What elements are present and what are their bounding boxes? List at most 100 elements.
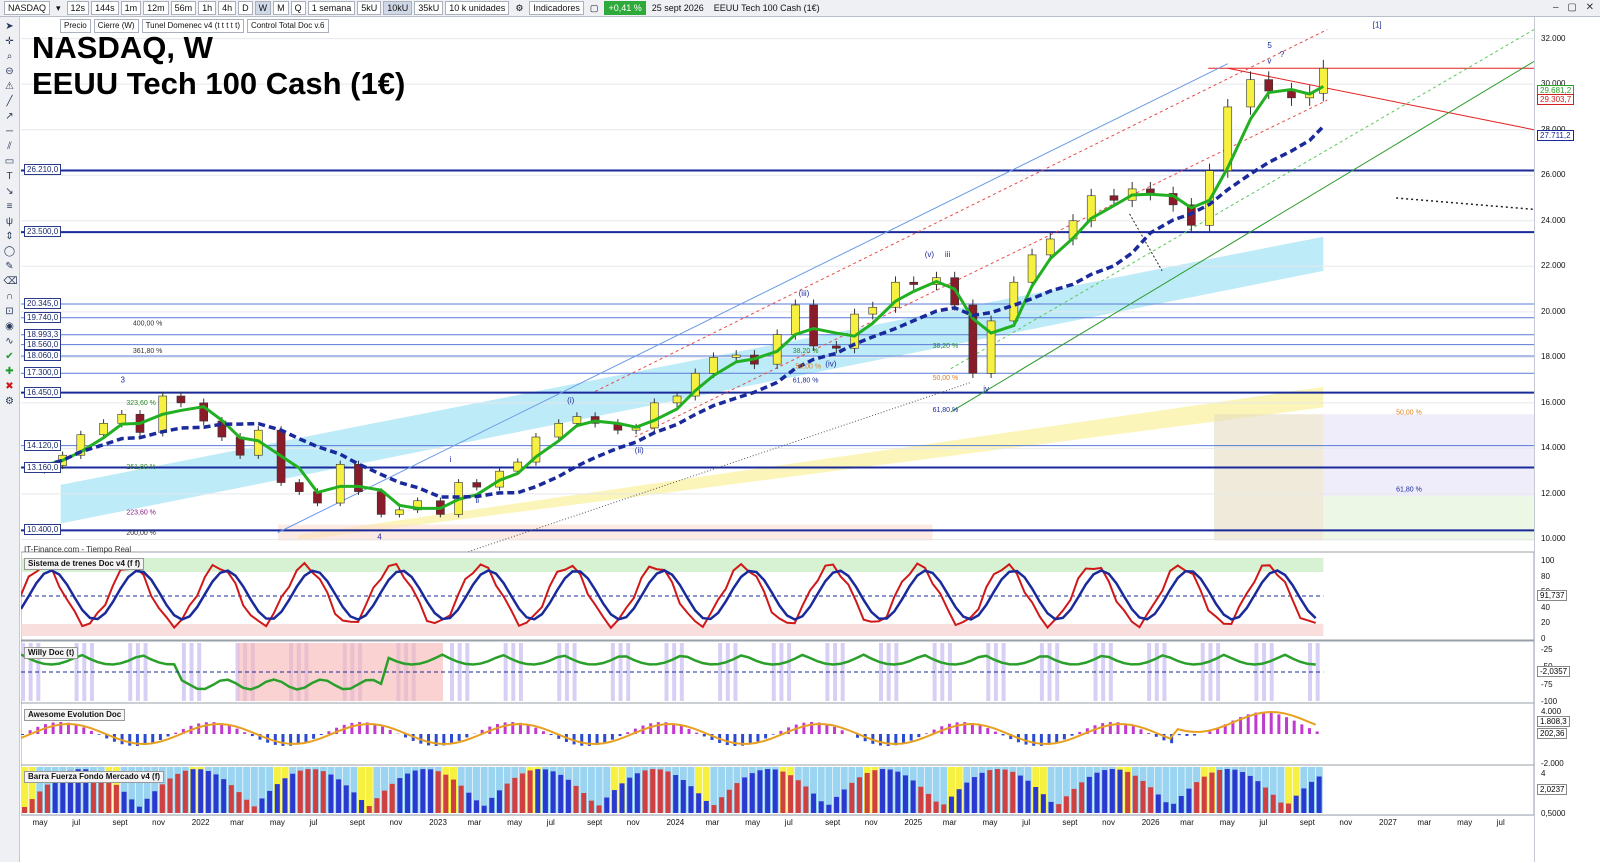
time-tick: may	[745, 818, 760, 827]
settings-icon[interactable]: ⚙	[4, 396, 16, 408]
chevron-down-icon[interactable]: ▾	[52, 1, 65, 15]
indicators-button[interactable]: Indicadores	[529, 1, 584, 15]
interval-button-D[interactable]: D	[238, 1, 253, 15]
price-tick: 18.000	[1541, 352, 1565, 361]
horizontal-line-icon[interactable]: ─	[4, 126, 16, 138]
price-axis[interactable]: 32.00030.00028.00026.00024.00022.00020.0…	[1534, 17, 1600, 862]
zoom-out-icon[interactable]: ⊖	[4, 66, 16, 78]
price-tick: 32.000	[1541, 34, 1565, 43]
level-label: 23.500,0	[24, 226, 61, 237]
awesome-bar	[128, 734, 131, 746]
candle-body	[295, 483, 303, 492]
fuerza-bar	[229, 785, 234, 813]
delete-icon[interactable]: ✖	[4, 381, 16, 393]
interval-button-M[interactable]: M	[273, 1, 289, 15]
eye-icon[interactable]: ◉	[4, 321, 16, 333]
fuerza-bar	[1049, 802, 1054, 813]
green-channel-line	[951, 61, 1534, 412]
maximize-icon[interactable]: ▢	[1567, 2, 1576, 13]
pointer-icon[interactable]: ➤	[4, 21, 16, 33]
fuerza-bar	[1171, 804, 1176, 813]
fuerza-bar	[451, 780, 456, 813]
unit-button-35kU[interactable]: 35kU	[414, 1, 443, 15]
fuerza-bar	[926, 794, 931, 813]
legend-tag[interactable]: Precio	[60, 19, 91, 33]
interval-button-Q[interactable]: Q	[291, 1, 306, 15]
interval-button-W[interactable]: W	[255, 1, 272, 15]
eraser-icon[interactable]: ⌫	[4, 276, 16, 288]
time-tick: mar	[705, 818, 719, 827]
panel-header-willy[interactable]: Willy Doc (t)	[24, 647, 78, 659]
check-icon[interactable]: ✔	[4, 351, 16, 363]
awesome-bar	[281, 734, 284, 746]
interval-button-144s[interactable]: 144s	[91, 1, 119, 15]
fuerza-bar	[681, 780, 686, 813]
time-tick: 2027	[1379, 818, 1397, 827]
text-icon[interactable]: T	[4, 171, 16, 183]
time-axis[interactable]: mayjulseptnov2022marmayjulseptnov2023mar…	[21, 815, 1534, 863]
square-icon[interactable]: ▢	[586, 1, 603, 15]
panel-header-awesome[interactable]: Awesome Evolution Doc	[24, 709, 125, 721]
wave-label: [1]	[1373, 20, 1382, 29]
fuerza-bar	[474, 800, 479, 813]
alert-icon[interactable]: ⚠	[4, 81, 16, 93]
symbol-selector[interactable]: NASDAQ	[4, 1, 50, 15]
fuerza-bar	[1217, 770, 1222, 813]
awesome-bar	[703, 734, 706, 736]
fuerza-bar	[1018, 776, 1023, 813]
legend-tag[interactable]: Tunel Domenec v4 (t t t t t)	[142, 19, 244, 33]
crosshair-icon[interactable]: ✛	[4, 36, 16, 48]
legend-tag[interactable]: Cierre (W)	[94, 19, 139, 33]
awesome-bar	[756, 734, 759, 742]
indicators-icon[interactable]: ⚙	[511, 1, 527, 15]
period-selector[interactable]: 1 semana	[308, 1, 356, 15]
ray-icon[interactable]: ↗	[4, 111, 16, 123]
thumbs-up-icon[interactable]: ✚	[4, 366, 16, 378]
interval-button-56m[interactable]: 56m	[171, 1, 197, 15]
time-tick: sept	[350, 818, 365, 827]
unit-button-5kU[interactable]: 5kU	[357, 1, 381, 15]
legend-tag[interactable]: Control Total Doc v.6	[247, 19, 329, 33]
fuerza-bar	[290, 774, 295, 813]
panel-header-fuerza[interactable]: Barra Fuerza Fondo Mercado v4 (f)	[24, 771, 164, 783]
candle-body	[810, 305, 818, 346]
units-dropdown[interactable]: 10 k unidades	[445, 1, 509, 15]
fuerza-bar	[941, 804, 946, 813]
zoom-icon[interactable]: ⌕	[4, 51, 16, 63]
unit-button-10kU[interactable]: 10kU	[383, 1, 412, 15]
interval-button-12s[interactable]: 12s	[67, 1, 90, 15]
channel-icon[interactable]: ⫽	[4, 141, 16, 153]
awesome-bar	[1132, 726, 1135, 734]
fibonacci-icon[interactable]: ≡	[4, 201, 16, 213]
panel-header-trains[interactable]: Sistema de trenes Doc v4 (f f)	[24, 558, 144, 570]
interval-button-1h[interactable]: 1h	[198, 1, 216, 15]
chart-area[interactable]: 34iii(i)(ii)(iii)(iv)(v)iiiivv5?[1]400,0…	[21, 17, 1534, 815]
brush-icon[interactable]: ✎	[4, 261, 16, 273]
awesome-bar	[236, 729, 239, 734]
interval-button-1m[interactable]: 1m	[121, 1, 142, 15]
pitchfork-icon[interactable]: ψ	[4, 216, 16, 228]
ellipse-icon[interactable]: ◯	[4, 246, 16, 258]
close-icon[interactable]: ✕	[1586, 2, 1594, 13]
interval-button-12m[interactable]: 12m	[143, 1, 169, 15]
minimize-icon[interactable]: –	[1553, 2, 1559, 13]
fib-zone-violet	[1323, 414, 1534, 496]
fib-zone-green	[1323, 496, 1534, 540]
time-tick: jul	[547, 818, 555, 827]
magnet-icon[interactable]: ∩	[4, 291, 16, 303]
fuerza-bar	[1202, 777, 1207, 813]
lock-icon[interactable]: ⊡	[4, 306, 16, 318]
fuerza-bar	[443, 775, 448, 813]
fuerza-bar	[328, 775, 333, 813]
fuerza-bar	[520, 773, 525, 813]
time-tick: 2023	[429, 818, 447, 827]
measure-icon[interactable]: ⇕	[4, 231, 16, 243]
interval-button-4h[interactable]: 4h	[218, 1, 236, 15]
wave-icon[interactable]: ∿	[4, 336, 16, 348]
trendline-icon[interactable]: ╱	[4, 96, 16, 108]
arrow-icon[interactable]: ↘	[4, 186, 16, 198]
time-tick: jul	[785, 818, 793, 827]
price-tick: 16.000	[1541, 398, 1565, 407]
fib-zone-right	[1214, 414, 1323, 540]
rectangle-icon[interactable]: ▭	[4, 156, 16, 168]
